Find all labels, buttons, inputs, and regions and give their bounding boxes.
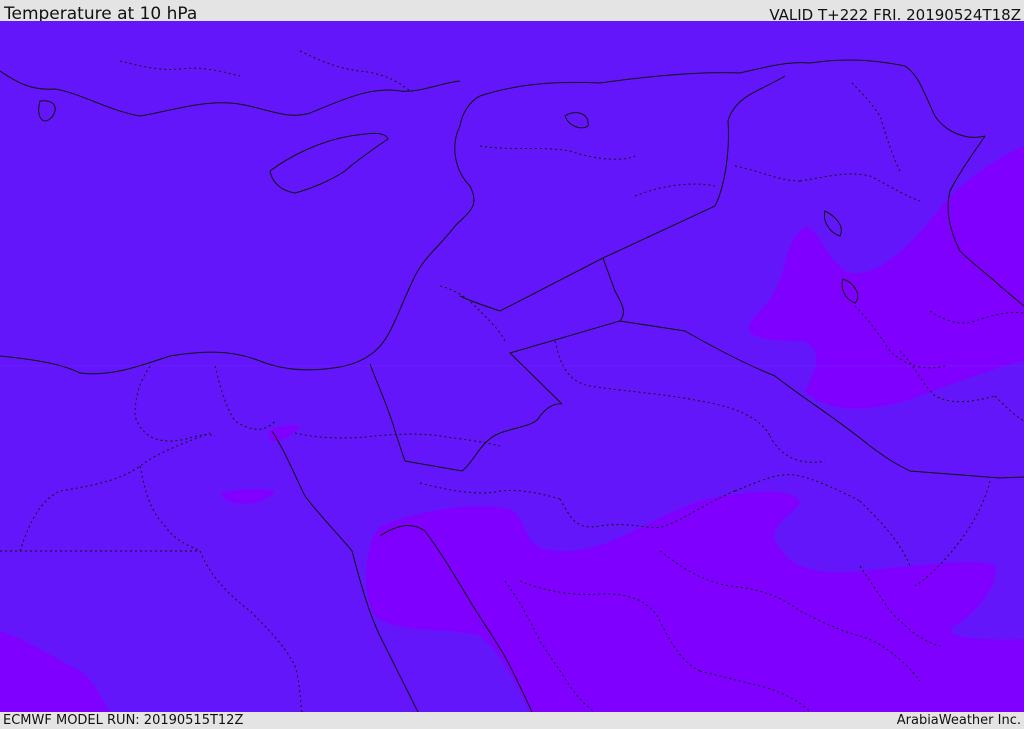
- footer-bar: ECMWF MODEL RUN: 20190515T12Z ArabiaWeat…: [0, 712, 1024, 729]
- header-bar: Temperature at 10 hPa VALID T+222 FRI. 2…: [0, 0, 1024, 24]
- map-canvas: [0, 21, 1024, 712]
- weather-map[interactable]: [0, 21, 1024, 712]
- credit-label: ArabiaWeather Inc.: [896, 713, 1021, 728]
- model-run-label: ECMWF MODEL RUN: 20190515T12Z: [3, 713, 244, 728]
